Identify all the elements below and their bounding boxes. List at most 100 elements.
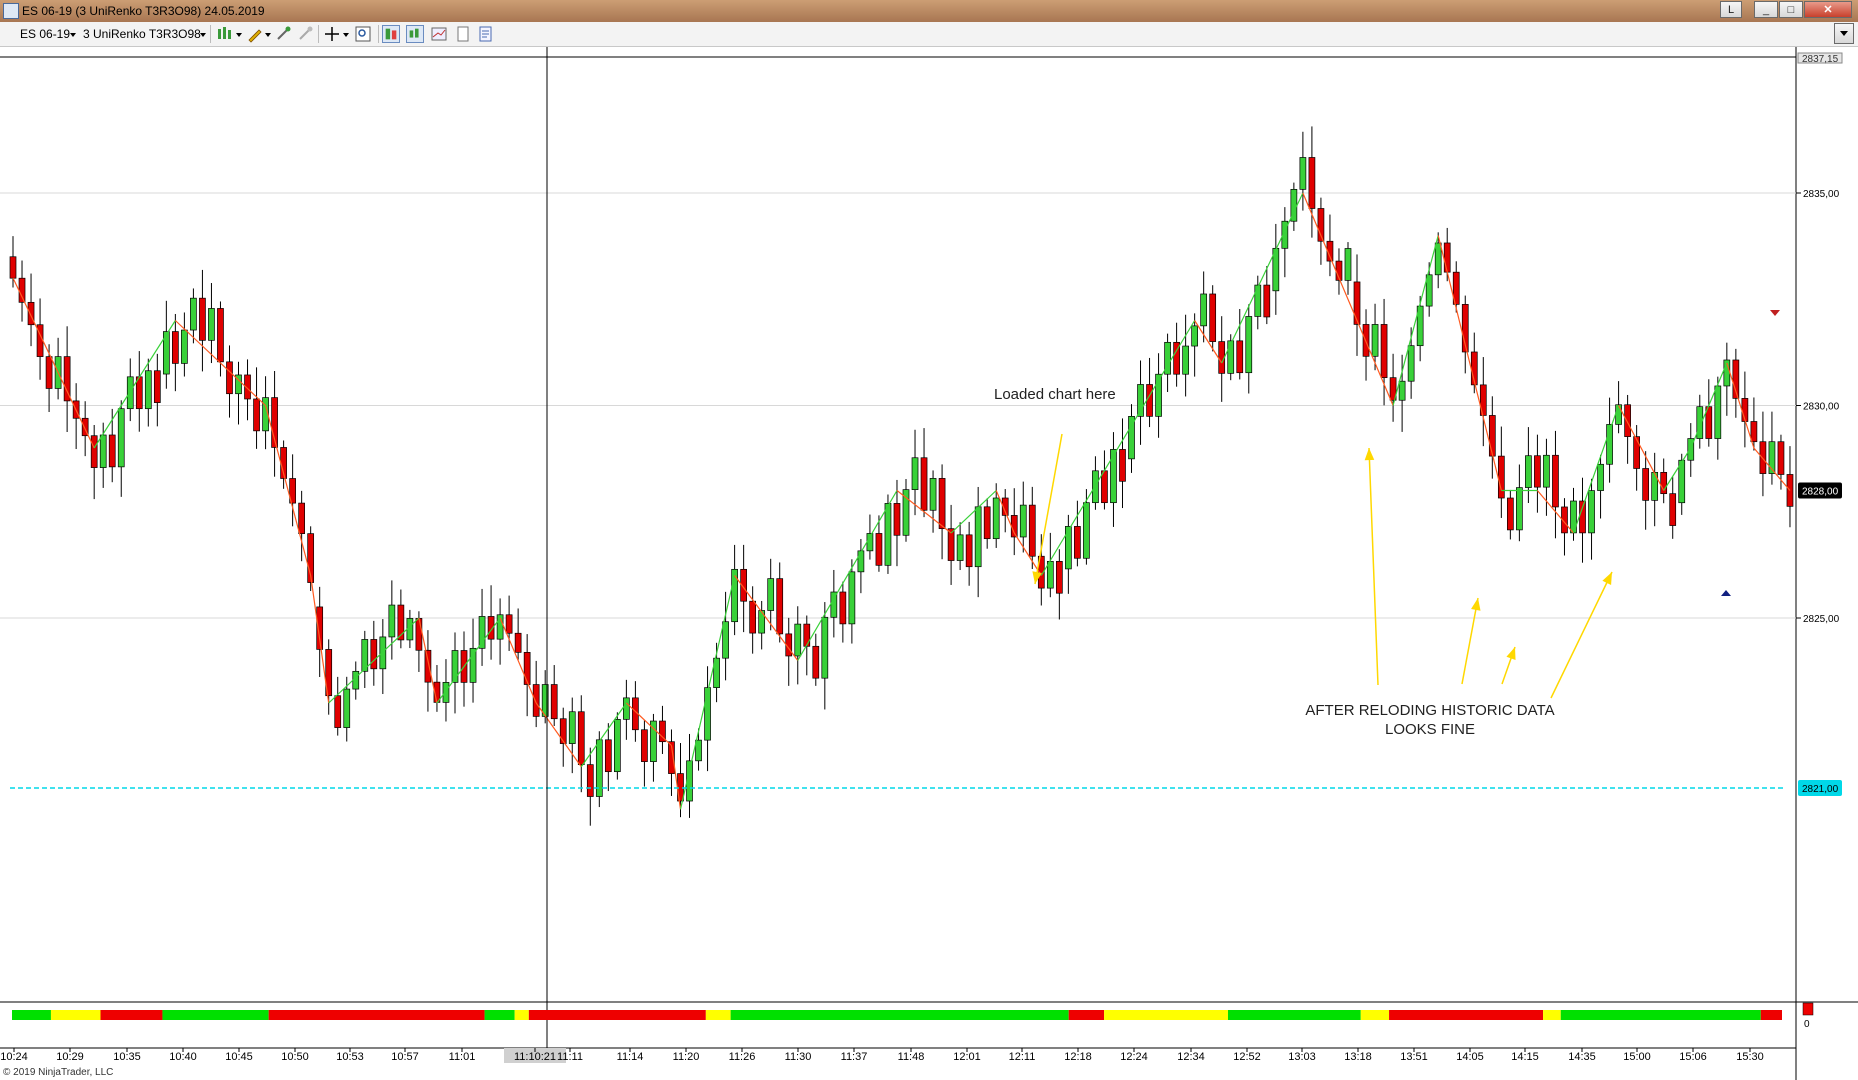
down-candle — [63, 356, 71, 402]
down-candle — [108, 434, 116, 468]
signal-bar-segment — [268, 1010, 485, 1020]
app-icon — [3, 3, 19, 19]
down-candle — [947, 528, 955, 561]
signal-bar-segment — [514, 1010, 529, 1020]
x-tick-label: 11:37 — [841, 1051, 868, 1063]
down-candle — [1488, 415, 1496, 457]
down-candle — [532, 684, 540, 717]
signal-bar-segment — [484, 1010, 515, 1020]
pencil-icon[interactable] — [246, 25, 264, 43]
uptrend-line — [1040, 320, 1196, 576]
up-candle — [99, 434, 107, 468]
drawing-tools-dropdown-icon[interactable] — [265, 33, 271, 37]
down-candle — [875, 533, 883, 566]
maximize-button[interactable]: □ — [1779, 1, 1803, 18]
up-candle — [623, 697, 630, 720]
up-candle — [767, 578, 775, 611]
downtrend-line — [264, 405, 312, 576]
signal-bar-segment — [1560, 1010, 1761, 1020]
yellow-arrow-head — [1506, 647, 1516, 660]
chart-toolbar: ES 06-19 3 UniRenko T3R3O98 — [0, 22, 1858, 47]
magnet-icon[interactable] — [274, 25, 292, 43]
copy-icon[interactable] — [477, 25, 495, 43]
up-candle — [1615, 404, 1622, 425]
toolbar-separator — [378, 25, 379, 43]
signal-bar-segment — [162, 1010, 269, 1020]
yellow-arrow-head — [1602, 572, 1612, 585]
yellow-arrow — [1550, 571, 1613, 699]
down-candle — [559, 718, 567, 744]
down-candle — [18, 277, 26, 303]
period-dropdown-icon[interactable] — [200, 33, 206, 37]
signal-bar-segment — [730, 1010, 1069, 1020]
x-tick-label: 15:00 — [1623, 1051, 1651, 1063]
chart-panel[interactable]: 2825,00 2830,00 2835,00 2821,00 2828,00 2837,… — [0, 47, 1858, 1080]
up-candle — [208, 308, 215, 341]
down-candle — [1236, 340, 1244, 374]
up-candle — [1083, 502, 1090, 559]
instrument-selector[interactable]: ES 06-19 — [20, 27, 70, 41]
x-tick-label: 12:11 — [1009, 1051, 1036, 1063]
up-candle — [144, 370, 152, 410]
down-candle — [153, 370, 161, 403]
up-candle — [343, 688, 351, 728]
x-tick-label: 10:57 — [391, 1051, 419, 1063]
link-button[interactable]: L — [1720, 1, 1742, 18]
zoom-icon[interactable] — [296, 25, 314, 43]
chart-style-icon[interactable] — [216, 25, 234, 43]
period-selector[interactable]: 3 UniRenko T3R3O98 — [83, 27, 201, 41]
down-candle — [1497, 455, 1505, 499]
down-candle — [298, 502, 305, 534]
up-candle — [388, 604, 396, 638]
down-candle — [839, 591, 847, 625]
uptrend-line — [679, 575, 736, 810]
up-candle — [1407, 345, 1415, 382]
crosshair-dropdown-icon[interactable] — [343, 33, 349, 37]
uptrend-line — [1392, 235, 1439, 406]
down-candle — [1119, 449, 1126, 482]
close-button[interactable]: ✕ — [1804, 1, 1852, 18]
signal-bar-segment — [1389, 1010, 1544, 1020]
y-tick-label: 2825,00 — [1803, 614, 1840, 625]
x-tick-label: 10:53 — [336, 1051, 364, 1063]
instrument-dropdown-icon[interactable] — [70, 33, 76, 37]
up-candle — [1678, 459, 1686, 504]
up-candle — [614, 718, 621, 773]
up-candle — [1525, 455, 1532, 488]
down-candle — [9, 256, 17, 279]
toolbar-separator — [318, 25, 319, 43]
down-candle — [893, 503, 901, 536]
annotation-text: LOOKS FINE — [1385, 721, 1475, 738]
up-candle — [1191, 325, 1198, 347]
downtrend-line — [12, 277, 95, 449]
x-tick-label: 11:10:21 — [514, 1051, 556, 1063]
up-candle — [794, 623, 802, 657]
sell-signal-marker — [1770, 310, 1780, 316]
signal-bar-segment — [528, 1010, 706, 1020]
up-candle — [1543, 454, 1550, 488]
x-tick-label: 13:18 — [1344, 1051, 1372, 1063]
minimize-button[interactable]: _ — [1754, 1, 1778, 18]
up-candle — [1245, 316, 1253, 374]
x-tick-label: 12:34 — [1177, 1051, 1205, 1063]
up-candle — [1588, 490, 1595, 534]
down-candle — [1263, 284, 1271, 318]
up-candle — [704, 687, 711, 741]
x-tick-label: 13:51 — [1400, 1051, 1428, 1063]
last-price-tag-text: 2828,00 — [1802, 487, 1839, 498]
crosshair-icon[interactable] — [323, 25, 341, 43]
down-candle — [965, 534, 973, 568]
x-tick-label: 12:18 — [1064, 1051, 1092, 1063]
indicators-icon[interactable] — [406, 25, 424, 43]
down-candle — [199, 297, 206, 341]
x-tick-label: 10:35 — [113, 1051, 141, 1063]
properties-icon[interactable] — [354, 25, 372, 43]
price-chart[interactable]: 2825,00 2830,00 2835,00 2821,00 2828,00 2837,… — [0, 47, 1858, 1080]
data-box-icon[interactable] — [382, 25, 400, 43]
toolbar-expand-button[interactable] — [1834, 23, 1854, 44]
up-candle — [442, 682, 450, 703]
page-icon[interactable] — [454, 25, 472, 43]
strategies-icon[interactable] — [430, 25, 448, 43]
down-candle — [1101, 470, 1108, 504]
chart-style-dropdown-icon[interactable] — [236, 33, 242, 37]
